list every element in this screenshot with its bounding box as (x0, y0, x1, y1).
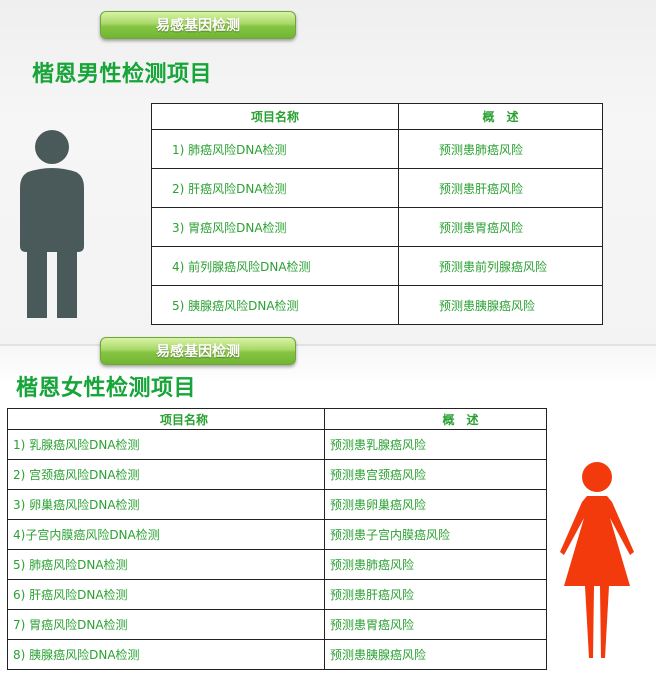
column-header-description: 概 述 (324, 408, 547, 430)
table-row: 2) 肝癌风险DNA检测 预测患肝癌风险 (151, 168, 603, 208)
table-header-row: 项目名称 概 述 (151, 103, 603, 130)
column-header-item-name: 项目名称 (7, 408, 325, 430)
table-row: 7) 胃癌风险DNA检测 预测患胃癌风险 (7, 609, 547, 640)
male-section-badge: 易感基因检测 (100, 11, 296, 39)
test-item-name: 2) 肝癌风险DNA检测 (151, 168, 399, 208)
column-header-item-name: 项目名称 (151, 103, 399, 130)
table-row: 3) 胃癌风险DNA检测 预测患胃癌风险 (151, 207, 603, 247)
table-row: 1) 乳腺癌风险DNA检测 预测患乳腺癌风险 (7, 429, 547, 460)
test-item-description: 预测患肝癌风险 (324, 579, 547, 610)
table-row: 3) 卵巢癌风险DNA检测 预测患卵巢癌风险 (7, 489, 547, 520)
table-row: 4)子宫内膜癌风险DNA检测 预测患子宫内膜癌风险 (7, 519, 547, 550)
male-test-table: 项目名称 概 述 1) 肺癌风险DNA检测 预测患肺癌风险 2) 肝癌风险DNA… (151, 103, 603, 325)
test-item-name: 4)子宫内膜癌风险DNA检测 (7, 519, 325, 550)
table-row: 4) 前列腺癌风险DNA检测 预测患前列腺癌风险 (151, 246, 603, 286)
test-item-description: 预测患胰腺癌风险 (398, 285, 603, 325)
test-item-name: 5) 胰腺癌风险DNA检测 (151, 285, 399, 325)
test-item-name: 4) 前列腺癌风险DNA检测 (151, 246, 399, 286)
test-item-description: 预测患胰腺癌风险 (324, 639, 547, 670)
test-item-description: 预测患乳腺癌风险 (324, 429, 547, 460)
test-item-description: 预测患肺癌风险 (398, 129, 603, 169)
test-item-description: 预测患宫颈癌风险 (324, 459, 547, 490)
female-section-badge: 易感基因检测 (100, 337, 296, 365)
table-row: 2) 宫颈癌风险DNA检测 预测患宫颈癌风险 (7, 459, 547, 490)
table-row: 6) 肝癌风险DNA检测 预测患肝癌风险 (7, 579, 547, 610)
test-item-name: 3) 胃癌风险DNA检测 (151, 207, 399, 247)
test-item-name: 8) 胰腺癌风险DNA检测 (7, 639, 325, 670)
table-row: 5) 胰腺癌风险DNA检测 预测患胰腺癌风险 (151, 285, 603, 325)
table-header-row: 项目名称 概 述 (7, 408, 547, 430)
test-item-name: 3) 卵巢癌风险DNA检测 (7, 489, 325, 520)
man-icon (20, 130, 84, 318)
column-header-description: 概 述 (398, 103, 603, 130)
test-item-description: 预测患胃癌风险 (398, 207, 603, 247)
test-item-description: 预测患肝癌风险 (398, 168, 603, 208)
test-item-description: 预测患卵巢癌风险 (324, 489, 547, 520)
test-item-name: 7) 胃癌风险DNA检测 (7, 609, 325, 640)
woman-icon (560, 462, 634, 658)
table-row: 1) 肺癌风险DNA检测 预测患肺癌风险 (151, 129, 603, 169)
test-item-name: 2) 宫颈癌风险DNA检测 (7, 459, 325, 490)
test-item-description: 预测患子宫内膜癌风险 (324, 519, 547, 550)
female-section-title: 楷恩女性检测项目 (16, 376, 197, 401)
test-item-description: 预测患胃癌风险 (324, 609, 547, 640)
test-item-name: 1) 乳腺癌风险DNA检测 (7, 429, 325, 460)
table-row: 5) 肺癌风险DNA检测 预测患肺癌风险 (7, 549, 547, 580)
section-divider (0, 344, 656, 346)
male-section-title: 楷恩男性检测项目 (32, 62, 213, 87)
table-row: 8) 胰腺癌风险DNA检测 预测患胰腺癌风险 (7, 639, 547, 670)
female-test-table: 项目名称 概 述 1) 乳腺癌风险DNA检测 预测患乳腺癌风险 2) 宫颈癌风险… (7, 408, 547, 670)
test-item-description: 预测患前列腺癌风险 (398, 246, 603, 286)
test-item-name: 1) 肺癌风险DNA检测 (151, 129, 399, 169)
test-item-description: 预测患肺癌风险 (324, 549, 547, 580)
test-item-name: 5) 肺癌风险DNA检测 (7, 549, 325, 580)
test-item-name: 6) 肝癌风险DNA检测 (7, 579, 325, 610)
